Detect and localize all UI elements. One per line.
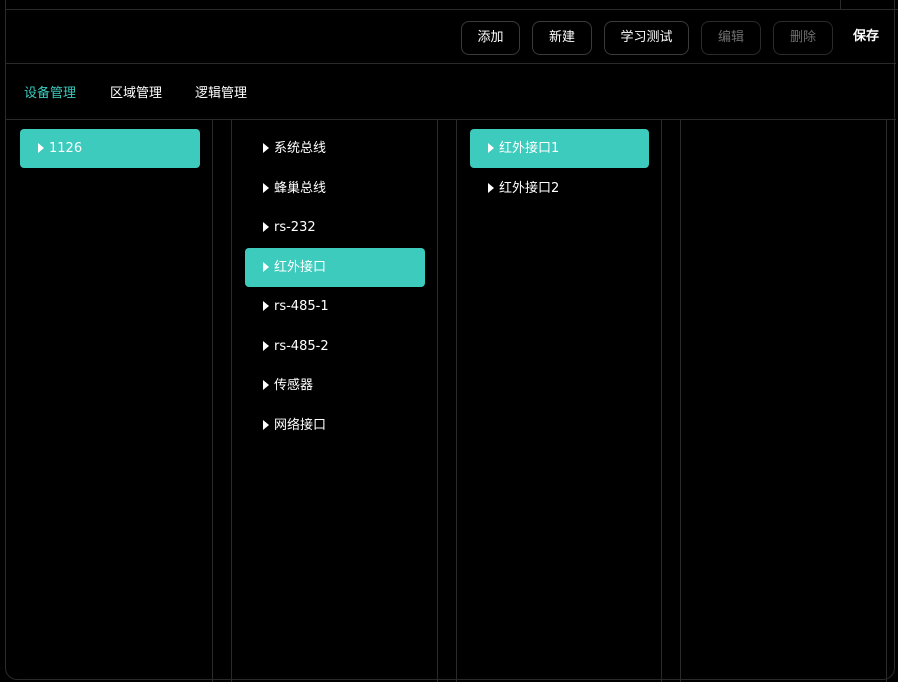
- interface-item[interactable]: 红外接口1: [470, 129, 649, 168]
- save-button[interactable]: 保存: [845, 21, 887, 55]
- caret-right-icon: [263, 143, 269, 153]
- new-button[interactable]: 新建: [532, 21, 592, 55]
- delete-button[interactable]: 删除: [773, 21, 833, 55]
- tab-area-management[interactable]: 区域管理: [110, 82, 162, 101]
- top-notch: [840, 0, 841, 9]
- toolbar: 添加 新建 学习测试 编辑 删除 保存: [6, 10, 896, 64]
- tab-device-management[interactable]: 设备管理: [24, 82, 76, 101]
- interface-item[interactable]: 红外接口2: [470, 169, 649, 208]
- caret-right-icon: [263, 301, 269, 311]
- bus-item[interactable]: 传感器: [245, 366, 425, 405]
- bus-item[interactable]: 红外接口: [245, 247, 425, 287]
- caret-right-icon: [488, 182, 494, 193]
- device-list: 1126: [20, 129, 200, 169]
- bus-item[interactable]: 系统总线: [245, 129, 425, 168]
- bus-item-label: 网络接口: [274, 417, 327, 433]
- column-divider: [231, 120, 232, 682]
- learn-test-button[interactable]: 学习测试: [604, 21, 689, 55]
- device-item[interactable]: 1126: [20, 129, 200, 168]
- bus-item[interactable]: rs-485-1: [245, 287, 425, 326]
- interface-item-label: 红外接口1: [499, 141, 560, 156]
- bus-item[interactable]: rs-232: [245, 208, 425, 247]
- column-divider: [456, 120, 457, 682]
- app-window: 添加 新建 学习测试 编辑 删除 保存 设备管理 区域管理 逻辑管理 1126 …: [0, 0, 898, 682]
- bus-item-label: 红外接口: [274, 259, 327, 275]
- bus-item[interactable]: rs-485-2: [245, 327, 425, 366]
- interface-list: 红外接口1 红外接口2: [470, 129, 649, 208]
- device-item-label: 1126: [49, 141, 83, 156]
- caret-right-icon: [263, 222, 269, 232]
- caret-right-icon: [263, 380, 269, 390]
- bus-item-label: 蜂巢总线: [274, 180, 327, 196]
- bus-list: 系统总线 蜂巢总线 rs-232 红外接口 rs-485-1 rs-485-2 …: [245, 129, 425, 445]
- caret-right-icon: [488, 143, 494, 153]
- column-divider: [886, 120, 887, 682]
- bus-item[interactable]: 网络接口: [245, 406, 425, 445]
- column-divider: [437, 120, 438, 682]
- bus-item-label: rs-485-2: [274, 338, 329, 354]
- interface-item-label: 红外接口2: [499, 180, 560, 196]
- column-divider: [680, 120, 681, 682]
- tab-bar: 设备管理 区域管理 逻辑管理: [6, 64, 896, 120]
- bus-item-label: 系统总线: [274, 141, 327, 156]
- caret-right-icon: [38, 143, 44, 153]
- bus-item[interactable]: 蜂巢总线: [245, 169, 425, 208]
- bus-item-label: rs-485-1: [274, 299, 329, 314]
- bus-item-label: 传感器: [274, 378, 314, 393]
- bus-item-label: rs-232: [274, 220, 316, 235]
- column-divider: [661, 120, 662, 682]
- column-divider: [212, 120, 213, 682]
- edit-button[interactable]: 编辑: [701, 21, 761, 55]
- add-button[interactable]: 添加: [461, 21, 520, 55]
- tab-logic-management[interactable]: 逻辑管理: [195, 82, 247, 101]
- caret-right-icon: [263, 340, 269, 351]
- caret-right-icon: [263, 261, 269, 272]
- caret-right-icon: [263, 419, 269, 430]
- caret-right-icon: [263, 182, 269, 193]
